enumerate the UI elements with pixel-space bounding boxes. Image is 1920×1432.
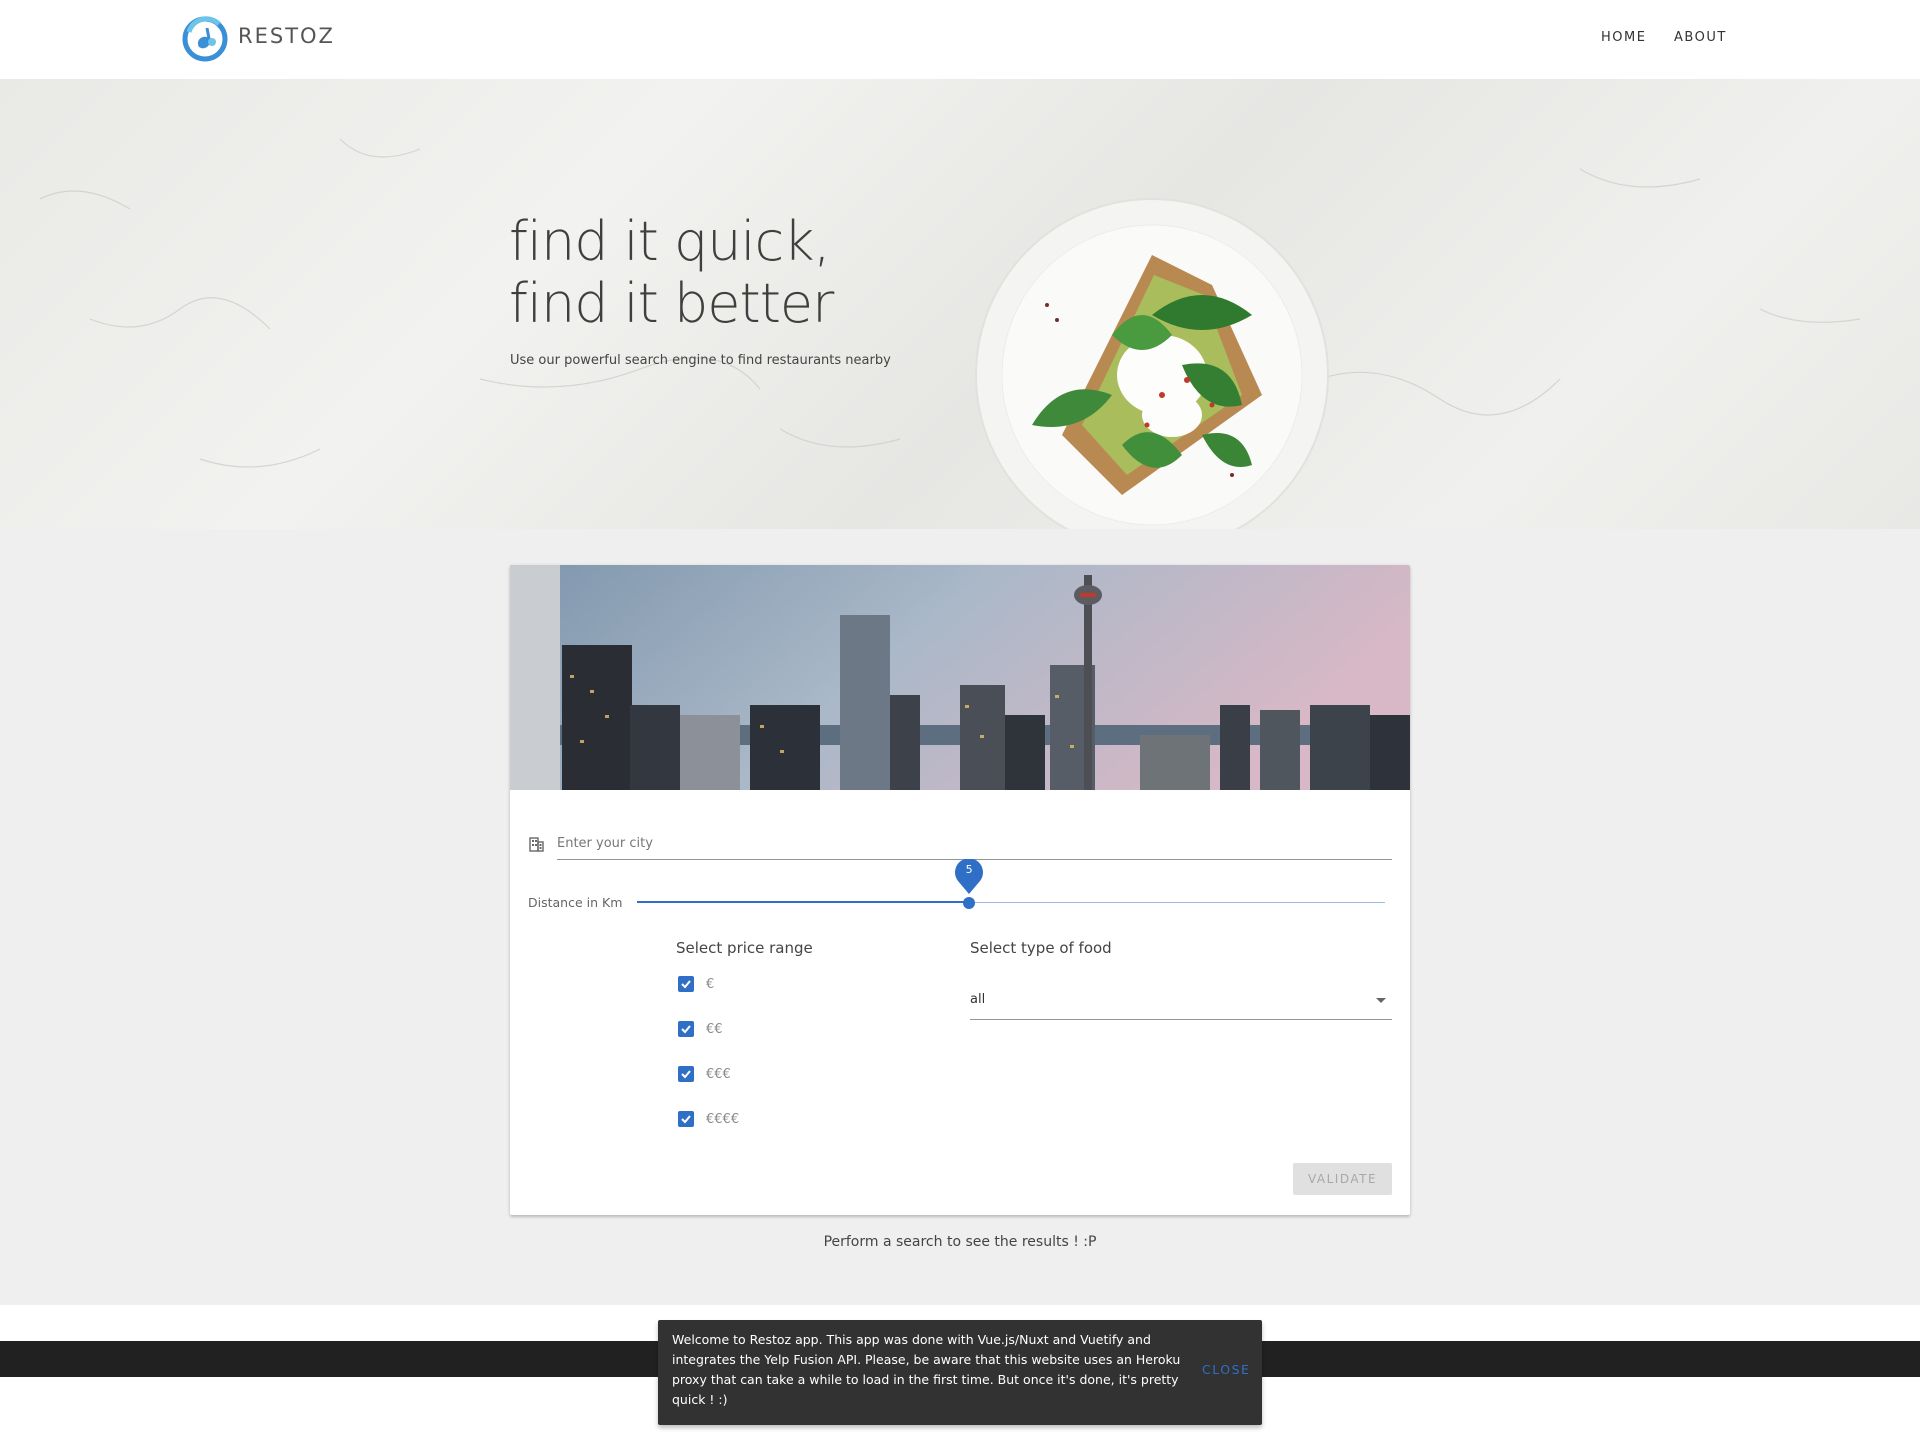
price-range-title: Select price range (676, 939, 813, 957)
food-plate-image (975, 198, 1329, 529)
food-select-underline (970, 1019, 1392, 1020)
welcome-snackbar: Welcome to Restoz app. This app was done… (658, 1320, 1262, 1425)
distance-slider-thumb[interactable] (963, 897, 976, 909)
price-label-4: €€€€ (706, 1111, 740, 1127)
dropdown-caret-icon (1376, 998, 1386, 1003)
food-type-title: Select type of food (970, 939, 1112, 957)
food-type-value: all (970, 992, 986, 1007)
brand-name[interactable]: RESTOZ (238, 24, 335, 48)
hero-section: find it quick, find it better Use our po… (0, 79, 1920, 529)
city-skyline-image (510, 565, 1410, 790)
checkbox-checked-icon[interactable] (678, 976, 694, 992)
snackbar-close-button[interactable]: CLOSE (1202, 1362, 1250, 1377)
checkbox-checked-icon[interactable] (678, 1066, 694, 1082)
price-checkbox-2[interactable]: €€ (678, 1019, 723, 1039)
price-checkbox-3[interactable]: €€€ (678, 1064, 731, 1084)
checkbox-checked-icon[interactable] (678, 1111, 694, 1127)
search-card: Distance in Km 5 Select price range € €€… (510, 565, 1410, 1215)
top-app-bar: RESTOZ HOME ABOUT (0, 0, 1920, 79)
hero-title-line-1: find it quick, (509, 210, 831, 273)
price-label-1: € (706, 976, 715, 992)
nav-home-link[interactable]: HOME (1601, 30, 1646, 45)
hero-title: find it quick, find it better (509, 210, 834, 335)
price-checkbox-4[interactable]: €€€€ (678, 1109, 739, 1129)
city-building-icon (529, 837, 544, 852)
marble-background (39, 138, 1861, 468)
restoz-logo-icon[interactable] (181, 14, 229, 64)
distance-slider-value: 5 (965, 863, 973, 876)
results-message: Perform a search to see the results ! :P (823, 1234, 1097, 1250)
validate-button[interactable]: VALIDATE (1293, 1163, 1392, 1195)
distance-label: Distance in Km (528, 895, 623, 910)
checkbox-checked-icon[interactable] (678, 1021, 694, 1037)
distance-slider-fill (637, 901, 970, 903)
hero-title-line-2: find it better (509, 272, 834, 335)
price-checkbox-1[interactable]: € (678, 974, 714, 994)
price-label-2: €€ (706, 1021, 723, 1037)
city-input[interactable] (557, 829, 1392, 857)
food-type-select[interactable]: all (970, 985, 1392, 1021)
hero-subtitle: Use our powerful search engine to find r… (510, 353, 891, 368)
nav-about-link[interactable]: ABOUT (1674, 30, 1727, 45)
price-label-3: €€€ (706, 1066, 731, 1082)
snackbar-message: Welcome to Restoz app. This app was done… (672, 1332, 1181, 1407)
